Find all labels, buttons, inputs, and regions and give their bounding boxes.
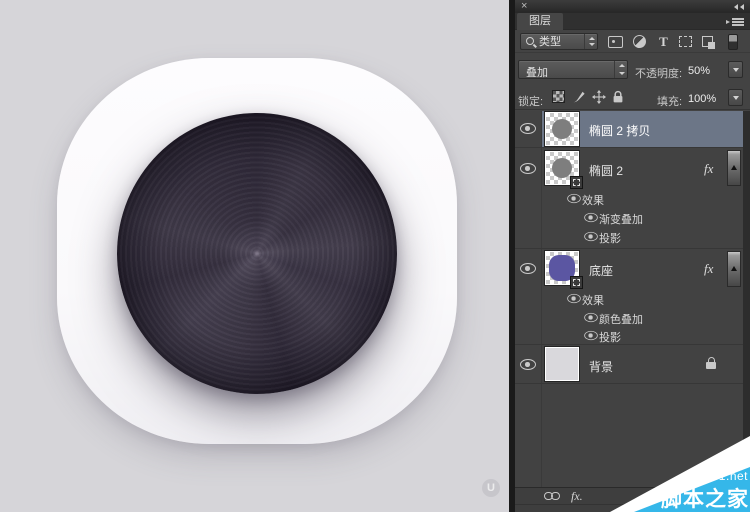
fx-badge[interactable]: fx bbox=[704, 261, 713, 277]
effect-name: 渐变叠加 bbox=[599, 211, 643, 227]
effect-name: 投影 bbox=[599, 230, 621, 246]
visibility-eye-icon[interactable] bbox=[520, 163, 536, 174]
layer-thumbnail[interactable] bbox=[545, 251, 579, 285]
tab-layers[interactable]: 图层 bbox=[517, 13, 563, 30]
vector-mask-badge bbox=[570, 176, 583, 189]
effects-title: 效果 bbox=[582, 192, 604, 208]
canvas-area[interactable]: U bbox=[0, 0, 509, 512]
panel-menu-icon[interactable] bbox=[726, 18, 744, 26]
opacity-value[interactable]: 50% bbox=[688, 65, 710, 77]
scrollbar-track[interactable] bbox=[743, 111, 750, 487]
layer-thumbnail[interactable] bbox=[545, 347, 579, 381]
layer-name: 背景 bbox=[589, 358, 613, 375]
layer-name: 椭圆 2 bbox=[589, 162, 623, 179]
lock-position-icon[interactable] bbox=[592, 90, 606, 104]
collapse-effects-button[interactable] bbox=[727, 150, 741, 186]
background-lock-icon bbox=[705, 357, 717, 370]
visibility-eye-icon[interactable] bbox=[520, 359, 536, 370]
dropdown-spinner-icon bbox=[614, 61, 627, 78]
layer-filter-row: 类型 T bbox=[515, 31, 750, 53]
opacity-dropdown-button[interactable] bbox=[728, 61, 743, 78]
row-divider bbox=[515, 383, 743, 384]
opacity-label: 不透明度: bbox=[635, 65, 682, 81]
filter-type-label: 类型 bbox=[539, 36, 561, 49]
visibility-eye-icon[interactable] bbox=[567, 294, 581, 303]
lock-image-pixels-icon[interactable] bbox=[572, 90, 586, 104]
adjustment-filter-icon[interactable] bbox=[632, 35, 647, 49]
collapse-panel-icon[interactable] bbox=[734, 4, 746, 10]
fill-dropdown-button[interactable] bbox=[728, 89, 743, 106]
layer-name: 椭圆 2 拷贝 bbox=[589, 122, 650, 139]
search-icon bbox=[526, 37, 534, 45]
filter-type-dropdown[interactable]: 类型 bbox=[520, 33, 598, 50]
shape-filter-icon[interactable] bbox=[678, 35, 693, 49]
fx-badge[interactable]: fx bbox=[704, 161, 713, 177]
layer-row-ellipse2[interactable]: 椭圆 2 fx bbox=[515, 148, 743, 188]
layer-thumbnail[interactable] bbox=[545, 112, 579, 146]
lock-label: 锁定: bbox=[518, 93, 543, 109]
canvas-ghost-watermark: U bbox=[482, 479, 500, 497]
type-filter-icon[interactable]: T bbox=[656, 35, 671, 49]
visibility-eye-icon[interactable] bbox=[584, 313, 598, 322]
lock-row: 锁定: 填充: 100% bbox=[515, 85, 750, 110]
blend-mode-row: 叠加 不透明度: 50% bbox=[515, 57, 750, 82]
visibility-eye-icon[interactable] bbox=[584, 331, 598, 340]
blend-mode-dropdown[interactable]: 叠加 bbox=[518, 60, 628, 79]
smart-object-filter-icon[interactable] bbox=[701, 35, 716, 49]
layer-row-ellipse2-copy[interactable]: 椭圆 2 拷贝 bbox=[515, 111, 743, 147]
layer-name: 底座 bbox=[589, 262, 613, 279]
lock-all-icon[interactable] bbox=[612, 90, 626, 104]
link-layers-icon[interactable] bbox=[544, 492, 561, 501]
layers-panel: × 图层 类型 T 叠加 不透明度: 50% 锁定: bbox=[515, 0, 750, 512]
dropdown-spinner-icon bbox=[584, 34, 597, 49]
filter-toggle[interactable] bbox=[726, 35, 741, 49]
fill-value[interactable]: 100% bbox=[688, 93, 716, 105]
visibility-eye-icon[interactable] bbox=[520, 123, 536, 134]
collapse-effects-button[interactable] bbox=[727, 251, 741, 287]
effects-title: 效果 bbox=[582, 292, 604, 308]
visibility-eye-icon[interactable] bbox=[584, 213, 598, 222]
visibility-eye-icon[interactable] bbox=[567, 194, 581, 203]
close-panel-button[interactable]: × bbox=[521, 0, 527, 13]
layers-list: 椭圆 2 拷贝 椭圆 2 fx 效果 渐变叠加 投影 bbox=[515, 111, 750, 487]
vector-mask-badge bbox=[570, 276, 583, 289]
pixel-filter-icon[interactable] bbox=[608, 35, 623, 49]
blend-mode-value: 叠加 bbox=[526, 64, 548, 80]
effect-name: 投影 bbox=[599, 329, 621, 345]
lock-transparent-pixels-icon[interactable] bbox=[552, 90, 566, 104]
effect-name: 颜色叠加 bbox=[599, 311, 643, 327]
layer-thumbnail[interactable] bbox=[545, 151, 579, 185]
visibility-eye-icon[interactable] bbox=[520, 263, 536, 274]
layer-row-base[interactable]: 底座 fx bbox=[515, 249, 743, 288]
layer-row-background[interactable]: 背景 bbox=[515, 345, 743, 383]
panel-footer: fx. bbox=[515, 487, 750, 512]
brushed-metal-disc bbox=[117, 113, 397, 394]
fill-label: 填充: bbox=[657, 93, 682, 109]
panel-tab-bar: 图层 bbox=[515, 13, 750, 30]
add-layer-style-button[interactable]: fx. bbox=[571, 489, 583, 504]
panel-title-strip: × bbox=[515, 0, 750, 13]
visibility-eye-icon[interactable] bbox=[584, 232, 598, 241]
